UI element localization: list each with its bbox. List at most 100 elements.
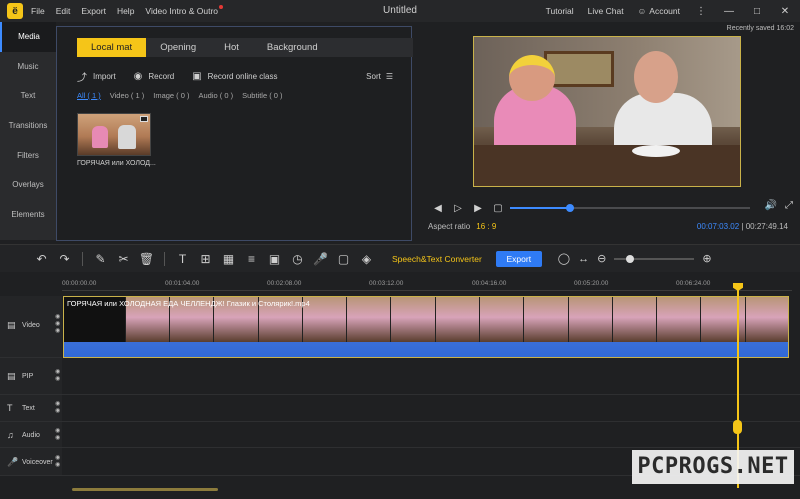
zoom-tool-icon[interactable]: ▣: [263, 252, 286, 266]
track-lane-pip[interactable]: [62, 358, 800, 395]
media-filters: All ( 1 ) Video ( 1 ) Image ( 0 ) Audio …: [77, 91, 283, 100]
track-lane-text[interactable]: [62, 395, 800, 422]
tab-local-mat[interactable]: Local mat: [77, 38, 147, 57]
media-item-thumbnail[interactable]: [77, 113, 151, 156]
account-button[interactable]: ☺ Account: [638, 6, 680, 16]
preview-head-right: [634, 51, 678, 103]
fit-icon[interactable]: ↔: [578, 253, 589, 265]
cut-icon[interactable]: ✂: [112, 252, 135, 266]
timeline-scrollbar[interactable]: [72, 488, 218, 491]
screen-icon[interactable]: ▢: [332, 252, 355, 266]
track-lock-icon[interactable]: ◉ ◉: [55, 401, 60, 415]
more-menu-icon[interactable]: ⋮: [694, 6, 708, 17]
seek-handle[interactable]: [566, 204, 574, 212]
app-logo-icon: ё: [7, 3, 23, 19]
track-header-text: T Text ◉ ◉: [0, 395, 62, 422]
track-header-pip: ▤ PIP ◉ ◉: [0, 358, 62, 395]
text-tool-icon[interactable]: T: [171, 252, 194, 266]
menu-video-intro-outro[interactable]: Video Intro & Outro: [145, 5, 223, 16]
filter-image[interactable]: Image ( 0 ): [153, 91, 189, 100]
playhead-marker[interactable]: [733, 420, 742, 434]
filter-video[interactable]: Video ( 1 ): [110, 91, 144, 100]
close-icon[interactable]: ✕: [778, 6, 792, 17]
ruler-tick: 00:01:04.00: [165, 280, 200, 287]
maximize-icon[interactable]: □: [750, 6, 764, 17]
seek-bar[interactable]: [510, 204, 750, 212]
track-lock-icon[interactable]: ◉ ◉: [55, 369, 60, 383]
delete-icon[interactable]: 🗑: [135, 252, 158, 266]
account-label: Account: [649, 6, 680, 16]
fullscreen-icon[interactable]: ⤢: [785, 200, 793, 211]
track-lock-icon[interactable]: ◉ ◉: [55, 455, 60, 469]
menu-export[interactable]: Export: [81, 6, 106, 16]
track-lane-audio[interactable]: [62, 422, 800, 448]
duration-icon[interactable]: ◷: [286, 252, 309, 266]
preview-head-left: [509, 55, 555, 101]
clip-frame: [657, 297, 702, 342]
tab-background[interactable]: Background: [253, 38, 332, 57]
menu-edit[interactable]: Edit: [56, 6, 71, 16]
clip-frame: [745, 297, 788, 342]
live-chat-link[interactable]: Live Chat: [588, 6, 624, 16]
stop-icon[interactable]: ▢: [488, 203, 508, 214]
video-preview[interactable]: [473, 36, 741, 187]
clip-audio-waveform: [64, 342, 788, 357]
sidebar-item-text[interactable]: Text: [0, 81, 56, 111]
color-fill-icon[interactable]: ◈: [355, 252, 378, 266]
filter-subtitle[interactable]: Subtitle ( 0 ): [242, 91, 282, 100]
menu-help[interactable]: Help: [117, 6, 134, 16]
edit-icon[interactable]: ✎: [89, 252, 112, 266]
redo-icon[interactable]: ↷: [53, 252, 76, 266]
sidebar-item-filters[interactable]: Filters: [0, 140, 56, 170]
undo-icon[interactable]: ↶: [30, 252, 53, 266]
tutorial-link[interactable]: Tutorial: [546, 6, 574, 16]
timeline-ruler[interactable]: 00:00:00.00 00:01:04.00 00:02:08.00 00:0…: [62, 276, 792, 294]
time-separator: |: [741, 222, 744, 231]
thumbnail-person-left: [92, 126, 108, 148]
volume-icon[interactable]: 🔊: [765, 200, 777, 211]
track-lock-icon[interactable]: ◉ ◉: [55, 428, 60, 442]
mosaic-icon[interactable]: ▦: [217, 252, 240, 266]
import-button[interactable]: ⤴ Import: [77, 69, 116, 84]
track-header-voiceover: 🎤 Voiceover ◉ ◉: [0, 448, 62, 476]
record-online-class-button[interactable]: ▣ Record online class: [192, 71, 277, 82]
zoom-slider[interactable]: [614, 254, 695, 263]
sidebar-item-music[interactable]: Music: [0, 52, 56, 82]
audio-track-icon: ♫: [7, 430, 14, 440]
sidebar-item-overlays[interactable]: Overlays: [0, 170, 56, 200]
seek-progress: [510, 207, 570, 209]
video-clip[interactable]: ГОРЯЧАЯ или ХОЛОДНАЯ ЕДА ЧЕЛЛЕНДЖ! Глази…: [63, 296, 789, 358]
filter-audio[interactable]: Audio ( 0 ): [199, 91, 234, 100]
title-bar: ё File Edit Export Help Video Intro & Ou…: [0, 0, 800, 22]
record-online-label: Record online class: [207, 72, 278, 81]
track-label-text: Text: [22, 405, 35, 412]
sidebar-item-transitions[interactable]: Transitions: [0, 111, 56, 141]
aspect-ratio[interactable]: Aspect ratio 16 : 9: [428, 222, 496, 231]
clip-frame: [701, 297, 746, 342]
voiceover-track-icon: 🎤: [7, 457, 19, 467]
split-icon[interactable]: ≡: [240, 252, 263, 266]
tab-opening[interactable]: Opening: [146, 38, 210, 57]
minimize-icon[interactable]: —: [722, 6, 736, 17]
media-panel: Local mat Opening Hot Background ⤴ Impor…: [56, 26, 413, 241]
sort-button[interactable]: Sort ☰: [366, 72, 393, 81]
record-button[interactable]: ◉ Record: [134, 71, 175, 82]
tab-hot[interactable]: Hot: [210, 38, 253, 57]
microphone-icon[interactable]: 🎤: [309, 252, 332, 266]
filter-all[interactable]: All ( 1 ): [77, 91, 101, 100]
crop-icon[interactable]: ⊞: [194, 252, 217, 266]
zoom-out-icon[interactable]: ⊖: [597, 252, 606, 265]
sidebar-item-media[interactable]: Media: [0, 22, 56, 52]
sidebar-item-elements[interactable]: Elements: [0, 200, 56, 230]
play-icon[interactable]: ▷: [448, 203, 468, 214]
next-frame-icon[interactable]: ▶: [468, 203, 488, 214]
speech-text-converter-button[interactable]: Speech&Text Converter: [392, 254, 482, 264]
zoom-in-icon[interactable]: ⊕: [702, 252, 711, 265]
titlebar-right: Tutorial Live Chat ☺ Account ⋮ — □ ✕: [546, 0, 800, 22]
prev-frame-icon[interactable]: ◀: [428, 203, 448, 214]
track-lock-icon[interactable]: ◉ ◉ ◉: [55, 314, 60, 335]
zoom-handle[interactable]: [626, 254, 635, 263]
marker-icon[interactable]: ◯: [558, 252, 570, 265]
menu-file[interactable]: File: [31, 6, 45, 16]
export-button[interactable]: Export: [495, 250, 542, 267]
